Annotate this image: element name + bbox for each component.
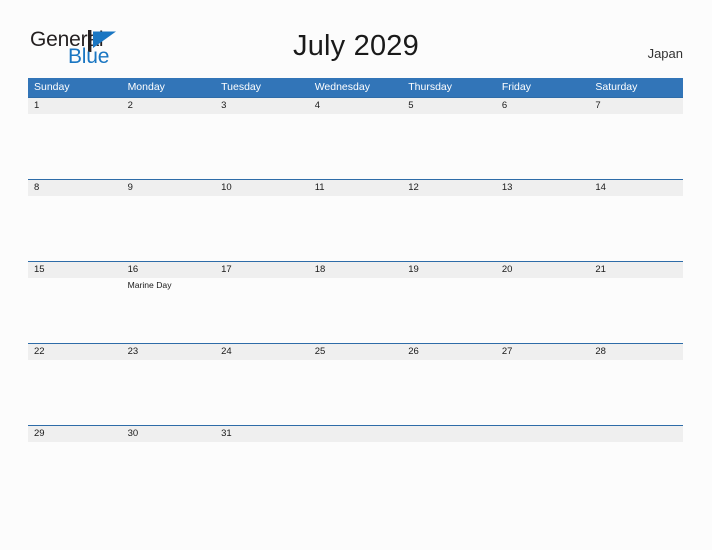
day-number[interactable]: 4 xyxy=(309,98,403,114)
day-number[interactable]: 10 xyxy=(215,180,309,196)
day-cell[interactable] xyxy=(402,278,496,343)
day-number[interactable]: 14 xyxy=(589,180,683,196)
day-number xyxy=(402,426,496,442)
day-number[interactable]: 12 xyxy=(402,180,496,196)
day-cell[interactable]: Marine Day xyxy=(122,278,216,343)
week-date-band: 8 9 10 11 12 13 14 xyxy=(28,180,683,196)
day-cell[interactable] xyxy=(496,196,590,261)
day-cell[interactable] xyxy=(589,360,683,425)
day-cell[interactable] xyxy=(309,278,403,343)
day-number[interactable]: 28 xyxy=(589,344,683,360)
weekday-header-row: Sunday Monday Tuesday Wednesday Thursday… xyxy=(28,78,683,97)
week-event-body: Marine Day xyxy=(28,278,683,343)
day-number[interactable]: 1 xyxy=(28,98,122,114)
day-cell[interactable] xyxy=(496,114,590,179)
event-label: Marine Day xyxy=(127,280,172,290)
day-number[interactable]: 16 xyxy=(122,262,216,278)
calendar-week-row: 15 16 17 18 19 20 21 Marine Day xyxy=(28,261,683,343)
day-number[interactable]: 18 xyxy=(309,262,403,278)
day-cell[interactable] xyxy=(215,360,309,425)
day-number xyxy=(589,426,683,442)
day-number[interactable]: 11 xyxy=(309,180,403,196)
calendar-week-row: 29 30 31 xyxy=(28,425,683,442)
day-cell[interactable] xyxy=(28,278,122,343)
day-number[interactable]: 25 xyxy=(309,344,403,360)
day-number xyxy=(496,426,590,442)
weekday-header-sunday: Sunday xyxy=(34,81,70,93)
day-number[interactable]: 19 xyxy=(402,262,496,278)
calendar-week-row: 8 9 10 11 12 13 14 xyxy=(28,179,683,261)
day-cell[interactable] xyxy=(589,278,683,343)
day-number[interactable]: 9 xyxy=(122,180,216,196)
week-event-body xyxy=(28,360,683,425)
day-number[interactable]: 8 xyxy=(28,180,122,196)
day-number[interactable]: 17 xyxy=(215,262,309,278)
day-number[interactable]: 27 xyxy=(496,344,590,360)
day-cell[interactable] xyxy=(215,196,309,261)
day-cell[interactable] xyxy=(589,114,683,179)
day-cell[interactable] xyxy=(402,114,496,179)
day-number[interactable]: 20 xyxy=(496,262,590,278)
weekday-header-saturday: Saturday xyxy=(595,81,638,93)
day-number[interactable]: 15 xyxy=(28,262,122,278)
day-number xyxy=(309,426,403,442)
day-number[interactable]: 23 xyxy=(122,344,216,360)
day-cell[interactable] xyxy=(589,196,683,261)
day-cell[interactable] xyxy=(309,196,403,261)
day-number[interactable]: 13 xyxy=(496,180,590,196)
day-number[interactable]: 2 xyxy=(122,98,216,114)
week-date-band: 22 23 24 25 26 27 28 xyxy=(28,344,683,360)
day-cell[interactable] xyxy=(122,196,216,261)
week-date-band: 29 30 31 xyxy=(28,426,683,442)
day-cell[interactable] xyxy=(496,278,590,343)
calendar-week-row: 22 23 24 25 26 27 28 xyxy=(28,343,683,425)
day-cell[interactable] xyxy=(122,360,216,425)
day-cell[interactable] xyxy=(402,196,496,261)
weekday-header-tuesday: Tuesday xyxy=(221,81,262,93)
day-cell[interactable] xyxy=(309,114,403,179)
weekday-header-monday: Monday xyxy=(127,81,165,93)
weekday-header-friday: Friday xyxy=(501,81,531,93)
page-header: General Blue July 2029 Japan xyxy=(0,0,712,78)
day-cell[interactable] xyxy=(28,196,122,261)
day-cell[interactable] xyxy=(122,114,216,179)
day-number[interactable]: 6 xyxy=(496,98,590,114)
week-date-band: 15 16 17 18 19 20 21 xyxy=(28,262,683,278)
day-number[interactable]: 29 xyxy=(28,426,122,442)
page-title: July 2029 xyxy=(293,30,419,62)
day-number[interactable]: 3 xyxy=(215,98,309,114)
day-number[interactable]: 5 xyxy=(402,98,496,114)
day-cell[interactable] xyxy=(309,360,403,425)
calendar-page: General Blue July 2029 Japan Sunday Mond… xyxy=(0,0,712,550)
day-cell[interactable] xyxy=(402,360,496,425)
day-number[interactable]: 31 xyxy=(215,426,309,442)
day-cell[interactable] xyxy=(28,114,122,179)
day-cell[interactable] xyxy=(215,278,309,343)
week-event-body xyxy=(28,114,683,179)
day-number[interactable]: 24 xyxy=(215,344,309,360)
week-date-band: 1 2 3 4 5 6 7 xyxy=(28,98,683,114)
day-number[interactable]: 26 xyxy=(402,344,496,360)
day-number[interactable]: 7 xyxy=(589,98,683,114)
weekday-header-wednesday: Wednesday xyxy=(314,81,370,93)
day-cell[interactable] xyxy=(215,114,309,179)
weekday-header-thursday: Thursday xyxy=(408,81,453,93)
country-label: Japan xyxy=(647,46,683,61)
day-number[interactable]: 21 xyxy=(589,262,683,278)
day-number[interactable]: 22 xyxy=(28,344,122,360)
day-number[interactable]: 30 xyxy=(122,426,216,442)
week-event-body xyxy=(28,196,683,261)
day-cell[interactable] xyxy=(496,360,590,425)
calendar-table: Sunday Monday Tuesday Wednesday Thursday… xyxy=(28,78,683,442)
day-cell[interactable] xyxy=(28,360,122,425)
calendar-week-row: 1 2 3 4 5 6 7 xyxy=(28,97,683,179)
